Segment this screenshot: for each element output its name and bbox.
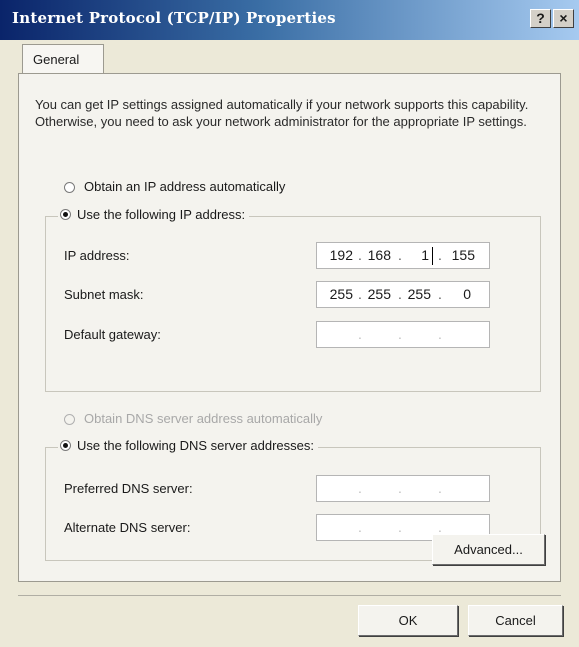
octet-separator: .	[358, 519, 362, 535]
octet-separator: .	[398, 326, 402, 342]
dns-auto-radio	[64, 414, 75, 425]
title-bar[interactable]: Internet Protocol (TCP/IP) Properties ? …	[0, 0, 579, 40]
octet-separator: .	[358, 326, 362, 342]
mask-octet-3: 255	[407, 286, 431, 302]
octet-separator: .	[398, 480, 402, 496]
dialog-body: General You can get IP settings assigned…	[0, 40, 579, 647]
ip-octet-3: 1	[421, 247, 429, 263]
octet-separator: .	[438, 519, 442, 535]
mask-octet-4: 0	[463, 286, 471, 302]
dns-manual-legend[interactable]: Use the following DNS server addresses:	[58, 438, 318, 453]
help-icon: ?	[536, 10, 545, 26]
ip-address-input[interactable]: 192 . 168 . 1 . 155	[316, 242, 490, 269]
ip-manual-legend[interactable]: Use the following IP address:	[58, 207, 250, 222]
ip-octet-1: 192	[329, 247, 353, 263]
dns-auto-label: Obtain DNS server address automatically	[84, 411, 323, 426]
cancel-button[interactable]: Cancel	[468, 605, 563, 636]
default-gateway-input[interactable]: . . .	[316, 321, 490, 348]
tab-general-label: General	[33, 52, 80, 67]
ip-auto-radio[interactable]	[64, 182, 75, 193]
tab-general[interactable]: General	[22, 44, 104, 74]
general-panel: You can get IP settings assigned automat…	[18, 73, 561, 582]
advanced-button[interactable]: Advanced...	[432, 534, 545, 565]
default-gateway-label: Default gateway:	[64, 327, 161, 342]
octet-separator: .	[438, 326, 442, 342]
ip-manual-label[interactable]: Use the following IP address:	[77, 207, 245, 222]
ip-octet-2: 168	[367, 247, 391, 263]
subnet-mask-label: Subnet mask:	[64, 287, 144, 302]
octet-separator: .	[358, 480, 362, 496]
dns-manual-label[interactable]: Use the following DNS server addresses:	[77, 438, 314, 453]
mask-octet-2: 255	[367, 286, 391, 302]
octet-separator: .	[438, 247, 442, 263]
ip-address-label: IP address:	[64, 248, 130, 263]
help-button[interactable]: ?	[530, 9, 551, 28]
octet-separator: .	[438, 480, 442, 496]
button-separator	[18, 595, 561, 596]
preferred-dns-input[interactable]: . . .	[316, 475, 490, 502]
close-icon: ×	[559, 10, 568, 26]
octet-separator: .	[398, 519, 402, 535]
alternate-dns-label: Alternate DNS server:	[64, 520, 191, 535]
ip-manual-radio[interactable]	[60, 209, 71, 220]
ip-settings-group: Use the following IP address: IP address…	[45, 207, 541, 392]
dns-manual-radio[interactable]	[60, 440, 71, 451]
close-button[interactable]: ×	[553, 9, 574, 28]
text-caret	[432, 247, 433, 265]
window-title: Internet Protocol (TCP/IP) Properties	[12, 9, 336, 27]
ip-octet-4: 155	[451, 247, 475, 263]
ok-button[interactable]: OK	[358, 605, 458, 636]
ip-auto-label[interactable]: Obtain an IP address automatically	[84, 179, 285, 194]
preferred-dns-label: Preferred DNS server:	[64, 481, 193, 496]
mask-octet-1: 255	[329, 286, 353, 302]
subnet-mask-input[interactable]: 255 . 255 . 255 . 0	[316, 281, 490, 308]
intro-text: You can get IP settings assigned automat…	[35, 97, 529, 129]
